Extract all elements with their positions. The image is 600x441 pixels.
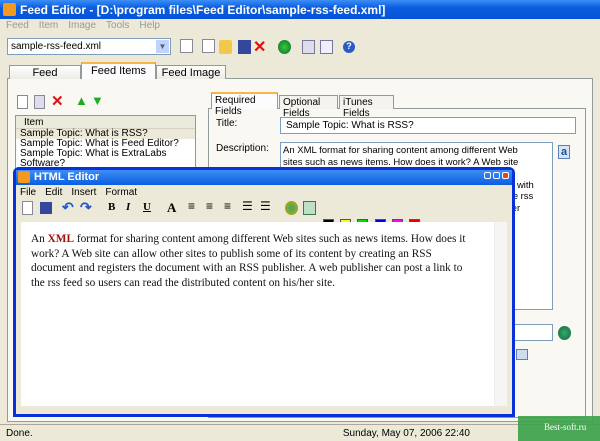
tab-feed-items[interactable]: Feed Items xyxy=(81,62,156,79)
delete-item-icon[interactable]: ✕ xyxy=(51,92,64,110)
menu-edit[interactable]: Edit xyxy=(45,187,62,198)
insert-link-icon[interactable] xyxy=(285,201,298,215)
arrow-up-icon[interactable]: ▲ xyxy=(75,93,88,108)
html-editor-window: HTML Editor File Edit Insert Format ↶ ↷ B I… xyxy=(13,167,515,417)
tab-feed-image[interactable]: Feed Image xyxy=(156,65,226,79)
new-feed-icon[interactable] xyxy=(180,39,193,53)
title-input[interactable]: Sample Topic: What is RSS? xyxy=(280,117,576,134)
menu-tools[interactable]: Tools xyxy=(106,20,129,31)
items-list: Item Sample Topic: What is RSS? Sample T… xyxy=(15,115,196,175)
rss-app-icon xyxy=(3,3,16,16)
web-icon[interactable] xyxy=(278,40,291,54)
html-editor-content[interactable]: An XML format for sharing content among … xyxy=(21,222,507,406)
bold-icon[interactable]: B xyxy=(108,201,121,215)
redo-icon[interactable]: ↷ xyxy=(80,199,93,215)
menu-image[interactable]: Image xyxy=(68,20,96,31)
new-document-icon[interactable] xyxy=(22,201,33,215)
align-right-icon[interactable]: ≡ xyxy=(224,199,237,213)
menu-item[interactable]: Item xyxy=(39,20,58,31)
status-bar: Done. Sunday, May 07, 2006 22:40 xyxy=(0,424,600,441)
content-highlight: XML xyxy=(47,233,74,245)
html-editor-title-bar[interactable]: HTML Editor xyxy=(16,170,512,185)
save-icon[interactable] xyxy=(40,202,52,214)
preview-icon[interactable] xyxy=(320,40,333,54)
tab-itunes-fields[interactable]: iTunes Fields xyxy=(339,95,394,119)
file-combo[interactable]: sample-rss-feed.xml ▼ xyxy=(7,38,171,55)
list-item[interactable]: Sample Topic: What is ExtraLabs Software… xyxy=(16,149,195,169)
minimize-icon[interactable] xyxy=(484,172,491,179)
menu-format[interactable]: Format xyxy=(105,187,137,198)
menu-help[interactable]: Help xyxy=(139,20,160,31)
description-label: Description: xyxy=(216,143,269,154)
window-title: Feed Editor - [D:\program files\Feed Edi… xyxy=(20,3,386,17)
open-icon[interactable] xyxy=(219,40,232,54)
content-text: format for sharing content among differe… xyxy=(31,233,466,289)
close-icon[interactable] xyxy=(502,172,509,179)
html-editor-menu: File Edit Insert Format xyxy=(16,185,512,200)
underline-icon[interactable]: U xyxy=(143,201,156,215)
font-color-icon[interactable]: A xyxy=(167,200,180,215)
chevron-down-icon[interactable]: ▼ xyxy=(156,40,169,53)
web-link-icon[interactable] xyxy=(558,326,571,340)
font-icon[interactable]: a xyxy=(558,145,570,159)
menu-feed[interactable]: Feed xyxy=(6,20,29,31)
html-editor-body: File Edit Insert Format ↶ ↷ B I U A ≡ ≡ ≡ ☰… xyxy=(16,185,512,414)
vertical-scrollbar[interactable] xyxy=(494,222,507,406)
save-icon[interactable] xyxy=(238,40,251,54)
menu-insert[interactable]: Insert xyxy=(71,187,96,198)
align-center-icon[interactable]: ≡ xyxy=(206,199,219,213)
arrow-down-icon[interactable]: ▼ xyxy=(91,93,104,108)
tab-required-fields[interactable]: Required Fields xyxy=(211,92,278,117)
copy-item-icon[interactable] xyxy=(34,95,45,109)
calendar-icon[interactable] xyxy=(516,349,528,360)
maximize-icon[interactable] xyxy=(493,172,500,179)
bullet-list-icon[interactable]: ☰ xyxy=(260,199,273,213)
watermark-text: Best-soft.ru xyxy=(544,422,587,432)
title-bar: Feed Editor - [D:\program files\Feed Edi… xyxy=(0,0,600,19)
html-editor-title: HTML Editor xyxy=(34,171,100,183)
edit-icon[interactable] xyxy=(302,40,315,54)
undo-icon[interactable]: ↶ xyxy=(62,199,75,215)
delete-icon[interactable]: ✕ xyxy=(253,37,266,56)
insert-image-icon[interactable] xyxy=(303,201,316,215)
status-text: Done. xyxy=(6,428,33,439)
numbered-list-icon[interactable]: ☰ xyxy=(242,199,255,213)
menu-bar: Feed Item Image Tools Help xyxy=(6,20,170,31)
status-datetime: Sunday, May 07, 2006 22:40 xyxy=(342,428,470,439)
help-icon[interactable]: ? xyxy=(343,41,355,53)
menu-file[interactable]: File xyxy=(20,187,36,198)
file-combo-value: sample-rss-feed.xml xyxy=(11,41,102,52)
title-label: Title: xyxy=(216,118,238,129)
watermark: Best-soft.ru xyxy=(518,416,600,441)
rss-icon xyxy=(18,171,30,183)
italic-icon[interactable]: I xyxy=(126,201,139,215)
tab-optional-fields[interactable]: Optional Fields xyxy=(279,95,338,119)
content-text: An xyxy=(31,233,48,245)
align-left-icon[interactable]: ≡ xyxy=(188,199,201,213)
add-item-icon[interactable] xyxy=(17,95,28,109)
tab-feed[interactable]: Feed xyxy=(9,65,81,79)
new-icon[interactable] xyxy=(202,39,215,53)
